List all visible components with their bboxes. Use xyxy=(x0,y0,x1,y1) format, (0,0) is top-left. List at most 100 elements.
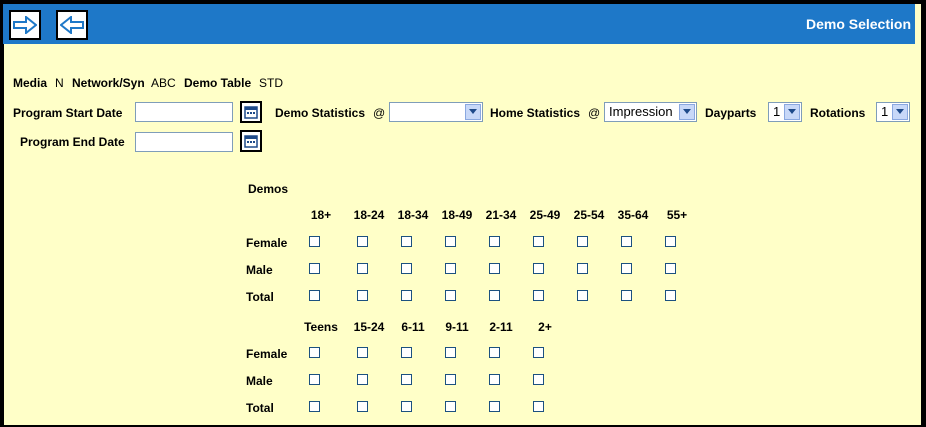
checkbox-teen-female-2+[interactable] xyxy=(533,347,544,358)
checkbox-total-35-64[interactable] xyxy=(621,290,632,301)
checkbox-female-18-24[interactable] xyxy=(357,236,368,247)
home-stats-select[interactable]: Impression xyxy=(604,102,697,122)
network-label: Network/Syn xyxy=(72,76,145,90)
checkbox-teen-male-6-11[interactable] xyxy=(401,374,412,385)
checkbox-total-18-49[interactable] xyxy=(445,290,456,301)
row-label-male: Male xyxy=(246,374,273,388)
checkbox-teen-female-2-11[interactable] xyxy=(489,347,500,358)
checkbox-female-25-54[interactable] xyxy=(577,236,588,247)
checkbox-total-55+[interactable] xyxy=(665,290,676,301)
row-label-female: Female xyxy=(246,236,288,250)
back-button[interactable] xyxy=(56,10,88,40)
column-header-adult: 55+ xyxy=(666,208,688,222)
chevron-down-icon xyxy=(892,104,908,120)
demo-table-value: STD xyxy=(259,76,283,90)
start-date-label: Program Start Date xyxy=(13,106,123,120)
column-header-adult: 18-34 xyxy=(397,208,429,222)
row-label-female: Female xyxy=(246,347,288,361)
demo-stats-at: @ xyxy=(373,106,386,120)
arrow-left-icon xyxy=(60,16,84,34)
checkbox-male-55+[interactable] xyxy=(665,263,676,274)
dayparts-label: Dayparts xyxy=(705,106,757,120)
start-date-calendar-button[interactable] xyxy=(240,101,262,123)
demo-stats-select[interactable] xyxy=(389,102,483,122)
column-header-adult: 18-49 xyxy=(441,208,473,222)
checkbox-teen-total-15-24[interactable] xyxy=(357,401,368,412)
checkbox-teen-female-9-11[interactable] xyxy=(445,347,456,358)
checkbox-female-18-34[interactable] xyxy=(401,236,412,247)
checkbox-teen-total-2+[interactable] xyxy=(533,401,544,412)
checkbox-female-18+[interactable] xyxy=(309,236,320,247)
checkbox-male-18+[interactable] xyxy=(309,263,320,274)
checkbox-total-25-49[interactable] xyxy=(533,290,544,301)
column-header-adult: 21-34 xyxy=(485,208,517,222)
checkbox-total-21-34[interactable] xyxy=(489,290,500,301)
checkbox-teen-male-2+[interactable] xyxy=(533,374,544,385)
checkbox-teen-female-Teens[interactable] xyxy=(309,347,320,358)
checkbox-female-18-49[interactable] xyxy=(445,236,456,247)
checkbox-teen-total-6-11[interactable] xyxy=(401,401,412,412)
column-header-adult: 18+ xyxy=(310,208,332,222)
checkbox-total-25-54[interactable] xyxy=(577,290,588,301)
checkbox-female-35-64[interactable] xyxy=(621,236,632,247)
chevron-down-icon xyxy=(679,104,695,120)
column-header-adult: 18-24 xyxy=(353,208,385,222)
checkbox-male-18-34[interactable] xyxy=(401,263,412,274)
checkbox-teen-female-15-24[interactable] xyxy=(357,347,368,358)
start-date-input[interactable] xyxy=(135,102,233,122)
next-button[interactable] xyxy=(9,10,41,40)
checkbox-teen-total-2-11[interactable] xyxy=(489,401,500,412)
demos-title: Demos xyxy=(248,182,289,196)
dayparts-select[interactable]: 1 xyxy=(768,102,802,122)
end-date-label: Program End Date xyxy=(20,135,125,149)
end-date-calendar-button[interactable] xyxy=(240,130,262,152)
demo-stats-label: Demo Statistics xyxy=(275,106,366,120)
row-label-male: Male xyxy=(246,263,273,277)
end-date-input[interactable] xyxy=(135,132,233,152)
column-header-teen: 9-11 xyxy=(445,320,469,334)
calendar-icon xyxy=(244,106,258,119)
media-label: Media xyxy=(13,76,48,90)
checkbox-male-21-34[interactable] xyxy=(489,263,500,274)
checkbox-teen-male-9-11[interactable] xyxy=(445,374,456,385)
checkbox-teen-total-9-11[interactable] xyxy=(445,401,456,412)
checkbox-male-25-54[interactable] xyxy=(577,263,588,274)
column-header-adult: 25-49 xyxy=(529,208,561,222)
checkbox-teen-male-2-11[interactable] xyxy=(489,374,500,385)
column-header-teen: 6-11 xyxy=(401,320,425,334)
row-label-total: Total xyxy=(246,290,274,304)
checkbox-teen-male-Teens[interactable] xyxy=(309,374,320,385)
checkbox-total-18+[interactable] xyxy=(309,290,320,301)
checkbox-teen-male-15-24[interactable] xyxy=(357,374,368,385)
checkbox-male-25-49[interactable] xyxy=(533,263,544,274)
dayparts-value: 1 xyxy=(773,104,781,119)
home-stats-label: Home Statistics xyxy=(490,106,581,120)
chevron-down-icon xyxy=(784,104,800,120)
row-label-total: Total xyxy=(246,401,274,415)
chevron-down-icon xyxy=(465,104,481,120)
arrow-right-icon xyxy=(13,16,37,34)
checkbox-male-18-49[interactable] xyxy=(445,263,456,274)
checkbox-male-35-64[interactable] xyxy=(621,263,632,274)
column-header-adult: 35-64 xyxy=(617,208,649,222)
checkbox-female-55+[interactable] xyxy=(665,236,676,247)
media-value: N xyxy=(55,76,64,90)
home-stats-value: Impression xyxy=(609,104,673,119)
calendar-icon xyxy=(244,135,258,148)
rotations-value: 1 xyxy=(881,104,889,119)
column-header-teen: 2+ xyxy=(538,320,552,334)
checkbox-teen-total-Teens[interactable] xyxy=(309,401,320,412)
checkbox-total-18-34[interactable] xyxy=(401,290,412,301)
checkbox-total-18-24[interactable] xyxy=(357,290,368,301)
column-header-teen: 15-24 xyxy=(353,320,385,334)
checkbox-female-21-34[interactable] xyxy=(489,236,500,247)
column-header-teen: Teens xyxy=(304,320,338,334)
checkbox-female-25-49[interactable] xyxy=(533,236,544,247)
page-title: Demo Selection xyxy=(805,16,911,32)
column-header-adult: 25-54 xyxy=(573,208,605,222)
network-value: ABC xyxy=(151,76,176,90)
rotations-select[interactable]: 1 xyxy=(876,102,910,122)
checkbox-teen-female-6-11[interactable] xyxy=(401,347,412,358)
rotations-label: Rotations xyxy=(810,106,866,120)
checkbox-male-18-24[interactable] xyxy=(357,263,368,274)
